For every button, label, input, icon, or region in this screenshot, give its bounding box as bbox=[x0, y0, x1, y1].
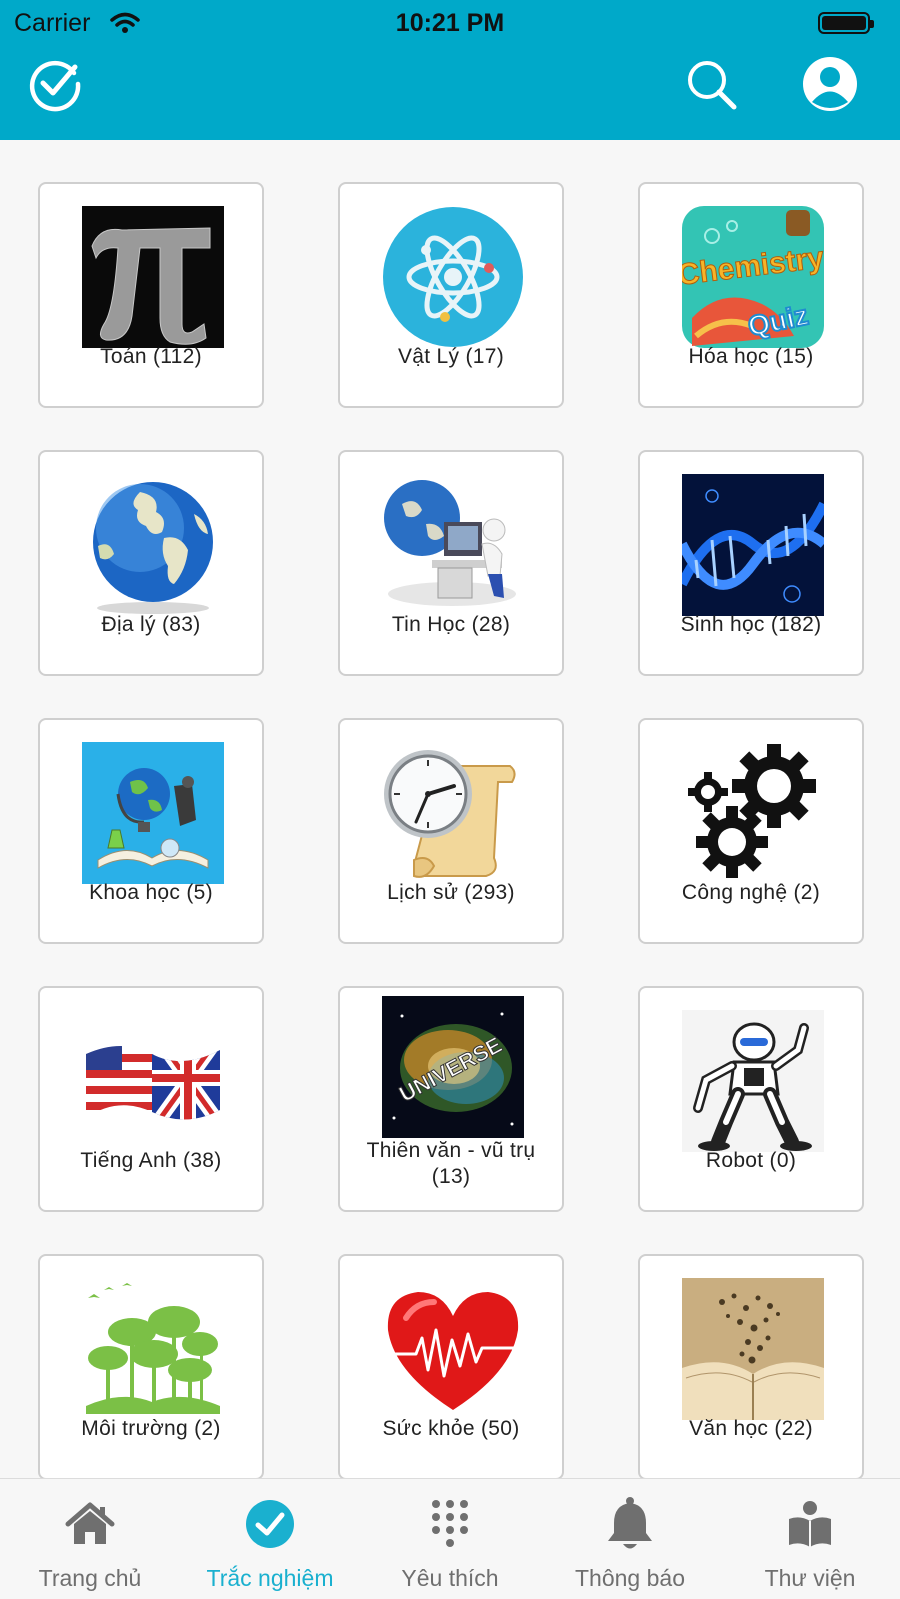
subject-label: Văn học (22) bbox=[689, 1417, 813, 1440]
tab-label: Trắc nghiệm bbox=[206, 1565, 334, 1591]
tab-trac-nghiem[interactable]: Trắc nghiệm bbox=[180, 1479, 360, 1599]
subject-grid: Toán (112) Vật Lý (17) Chemistry Quiz Hó… bbox=[0, 140, 900, 1478]
subject-label: Tiếng Anh (38) bbox=[80, 1149, 222, 1172]
dna-icon bbox=[682, 474, 824, 616]
home-icon bbox=[60, 1497, 120, 1551]
subject-card-suc-khoe[interactable]: Sức khỏe (50) bbox=[338, 1254, 564, 1478]
check-circle-icon[interactable] bbox=[28, 56, 84, 112]
subject-card-dia-ly[interactable]: Địa lý (83) bbox=[38, 450, 264, 676]
subject-label: Tin Học (28) bbox=[391, 613, 511, 636]
bell-icon bbox=[600, 1497, 660, 1551]
app-header: Carrier 10:21 PM bbox=[0, 0, 900, 140]
pi-icon bbox=[82, 206, 224, 348]
keypad-icon bbox=[420, 1497, 480, 1551]
subject-card-vat-ly[interactable]: Vật Lý (17) bbox=[338, 182, 564, 408]
subject-card-van-hoc[interactable]: Văn học (22) bbox=[638, 1254, 864, 1478]
gears-icon bbox=[682, 742, 824, 884]
battery-icon bbox=[818, 12, 874, 34]
tab-thu-vien[interactable]: Thư viện bbox=[720, 1479, 900, 1599]
subject-card-robot[interactable]: Robot (0) bbox=[638, 986, 864, 1212]
library-icon bbox=[780, 1497, 840, 1551]
tab-yeu-thich[interactable]: Yêu thích bbox=[360, 1479, 540, 1599]
tab-label: Yêu thích bbox=[401, 1565, 499, 1591]
subject-card-lich-su[interactable]: Lịch sử (293) bbox=[338, 718, 564, 944]
science-icon bbox=[82, 742, 224, 884]
subject-label: Địa lý (83) bbox=[101, 613, 201, 636]
subject-label: Vật Lý (17) bbox=[397, 345, 504, 368]
tab-bar: Trang chủ Trắc nghiệm Yêu thích Thông bá… bbox=[0, 1478, 900, 1598]
book-icon bbox=[682, 1278, 824, 1420]
subject-card-cong-nghe[interactable]: Công nghệ (2) bbox=[638, 718, 864, 944]
chemistry-quiz-icon: Chemistry Quiz bbox=[682, 206, 824, 348]
subject-label: Sức khỏe (50) bbox=[382, 1417, 520, 1440]
robot-icon bbox=[682, 1010, 824, 1152]
subject-label: Robot (0) bbox=[705, 1149, 797, 1172]
user-icon[interactable] bbox=[802, 56, 858, 112]
subject-label: Sinh học (182) bbox=[680, 613, 822, 636]
tab-label: Thông báo bbox=[575, 1565, 685, 1591]
subject-card-sinh-hoc[interactable]: Sinh học (182) bbox=[638, 450, 864, 676]
subject-label: Toán (112) bbox=[100, 345, 202, 368]
subject-card-tin-hoc[interactable]: Tin Học (28) bbox=[338, 450, 564, 676]
clock-scroll-icon bbox=[382, 742, 524, 884]
status-bar: Carrier 10:21 PM bbox=[0, 0, 900, 46]
subject-label: Công nghệ (2) bbox=[681, 881, 821, 904]
universe-icon: UNIVERSE bbox=[382, 996, 524, 1138]
subject-label: Môi trường (2) bbox=[81, 1417, 221, 1440]
check-circle-icon bbox=[240, 1497, 300, 1551]
subject-label: Lịch sử (293) bbox=[387, 881, 515, 904]
subject-card-toan[interactable]: Toán (112) bbox=[38, 182, 264, 408]
flag-icon bbox=[82, 1010, 224, 1152]
tab-label: Thư viện bbox=[764, 1565, 856, 1591]
status-time: 10:21 PM bbox=[395, 9, 505, 37]
subject-label: Khoa học (5) bbox=[89, 881, 213, 904]
subject-card-hoa-hoc[interactable]: Chemistry Quiz Hóa học (15) bbox=[638, 182, 864, 408]
subject-card-thien-van[interactable]: UNIVERSE Thiên văn - vũ trụ (13) bbox=[338, 986, 564, 1212]
search-icon[interactable] bbox=[684, 56, 740, 112]
subject-label: Thiên văn - vũ trụ (13) bbox=[366, 1139, 536, 1188]
subject-card-moi-truong[interactable]: Môi trường (2) bbox=[38, 1254, 264, 1478]
heart-icon bbox=[382, 1278, 524, 1420]
atom-icon bbox=[382, 206, 524, 348]
subject-card-tieng-anh[interactable]: Tiếng Anh (38) bbox=[38, 986, 264, 1212]
forest-icon bbox=[82, 1278, 224, 1420]
computer-icon bbox=[382, 474, 524, 616]
tab-thong-bao[interactable]: Thông báo bbox=[540, 1479, 720, 1599]
subject-label: Hóa học (15) bbox=[688, 345, 814, 368]
tab-label: Trang chủ bbox=[38, 1565, 142, 1591]
subject-card-khoa-hoc[interactable]: Khoa học (5) bbox=[38, 718, 264, 944]
globe-icon bbox=[82, 474, 224, 616]
tab-trang-chu[interactable]: Trang chủ bbox=[0, 1479, 180, 1599]
